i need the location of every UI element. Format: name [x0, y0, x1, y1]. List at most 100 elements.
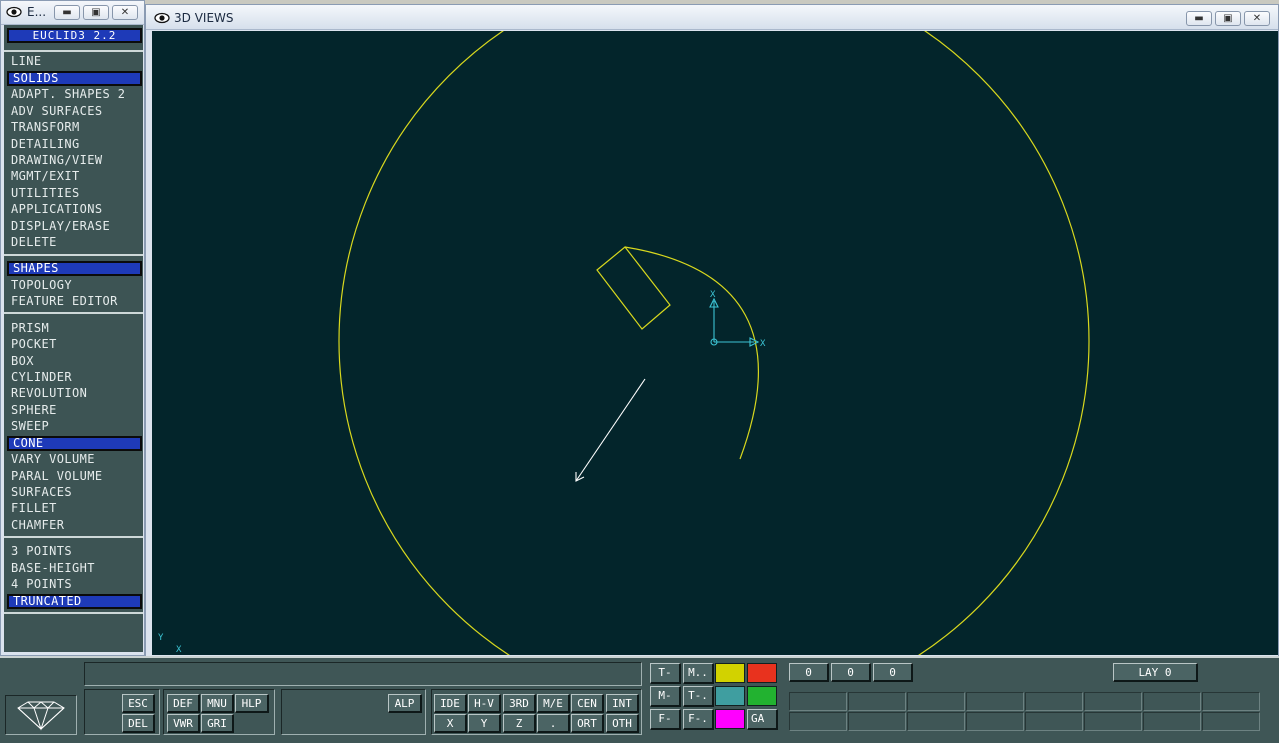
- color-swatch-yellow[interactable]: [715, 663, 745, 683]
- eye-icon: [154, 12, 170, 24]
- layer-button[interactable]: LAY 0: [1113, 663, 1198, 682]
- menu-item-mgmt-exit[interactable]: MGMT/EXIT: [11, 169, 141, 184]
- menu-item-topology[interactable]: TOPOLOGY: [11, 278, 141, 293]
- 3d-views-titlebar[interactable]: 3D VIEWS ▬ ▣ ✕: [146, 5, 1278, 30]
- restore-button[interactable]: ▣: [1215, 11, 1241, 26]
- dot-button[interactable]: .: [537, 714, 570, 733]
- color-swatch-magenta[interactable]: [715, 709, 745, 729]
- viewport-drawing: X X Y X: [158, 31, 1090, 655]
- f-dot-button[interactable]: F-.: [683, 709, 714, 730]
- menu-item-chamfer[interactable]: CHAMFER: [11, 518, 141, 533]
- direction-arrow: [575, 378, 646, 482]
- bottom-command-panel: ESC DEL DEF MNU HLP VWR GRI ALP IDE H-V …: [0, 656, 1279, 743]
- menu-panel: EUCLID3 2.2 LINE SOLIDS ADAPT. SHAPES 2 …: [4, 25, 143, 652]
- t-dot-button[interactable]: T-.: [683, 686, 714, 707]
- esc-button[interactable]: ESC: [122, 694, 155, 713]
- menu-item-sweep[interactable]: SWEEP: [11, 419, 141, 434]
- menu-item-feature-editor[interactable]: FEATURE EDITOR: [11, 294, 141, 309]
- close-button[interactable]: ✕: [112, 5, 138, 20]
- menu-item-drawing-view[interactable]: DRAWING/VIEW: [11, 153, 141, 168]
- menu-item-delete[interactable]: DELETE: [11, 235, 141, 250]
- menu-item-line[interactable]: LINE: [11, 54, 141, 69]
- status-cell: [1202, 692, 1260, 711]
- menu-item-transform[interactable]: TRANSFORM: [11, 120, 141, 135]
- oth-button[interactable]: OTH: [606, 714, 639, 733]
- cen-button[interactable]: CEN: [571, 694, 604, 713]
- alp-button[interactable]: ALP: [388, 694, 422, 713]
- menu-item-sphere[interactable]: SPHERE: [11, 403, 141, 418]
- coordinate-axis: [709, 297, 760, 347]
- menu-item-truncated[interactable]: TRUNCATED: [7, 594, 142, 609]
- minimize-button[interactable]: ▬: [54, 5, 80, 20]
- minimize-button[interactable]: ▬: [1186, 11, 1212, 26]
- menu-item-4-points[interactable]: 4 POINTS: [11, 577, 141, 592]
- 3d-viewport[interactable]: X X Y X: [152, 31, 1278, 655]
- menu-item-adapt-shapes-2[interactable]: ADAPT. SHAPES 2: [11, 87, 141, 102]
- menu-item-base-height[interactable]: BASE-HEIGHT: [11, 561, 141, 576]
- z-button[interactable]: Z: [503, 714, 536, 733]
- menu-item-cylinder[interactable]: CYLINDER: [11, 370, 141, 385]
- int-button[interactable]: INT: [606, 694, 639, 713]
- 3rd-button[interactable]: 3RD: [503, 694, 536, 713]
- menu-item-surfaces[interactable]: SURFACES: [11, 485, 141, 500]
- vwr-button[interactable]: VWR: [167, 714, 200, 733]
- menu-item-utilities[interactable]: UTILITIES: [11, 186, 141, 201]
- menu-item-fillet[interactable]: FILLET: [11, 501, 141, 516]
- status-cell: [848, 692, 906, 711]
- status-cell: [907, 692, 965, 711]
- menu-item-applications[interactable]: APPLICATIONS: [11, 202, 141, 217]
- eye-icon: [6, 6, 22, 18]
- menu-item-cone[interactable]: CONE: [7, 436, 142, 451]
- ga-button[interactable]: GA: [747, 709, 778, 730]
- close-button[interactable]: ✕: [1244, 11, 1270, 26]
- menu-separator: [4, 536, 143, 538]
- menu-item-adv-surfaces[interactable]: ADV SURFACES: [11, 104, 141, 119]
- menu-item-revolution[interactable]: REVOLUTION: [11, 386, 141, 401]
- x-button[interactable]: X: [434, 714, 467, 733]
- f-minus-button[interactable]: F-: [650, 709, 681, 730]
- restore-button[interactable]: ▣: [83, 5, 109, 20]
- menu-window-titlebar[interactable]: E... ▬ ▣ ✕: [1, 1, 144, 25]
- menu-item-3-points[interactable]: 3 POINTS: [11, 544, 141, 559]
- axis-label-x: X: [760, 339, 766, 349]
- menu-item-solids[interactable]: SOLIDS: [7, 71, 142, 86]
- t-minus-button[interactable]: T-: [650, 663, 681, 684]
- status-cell: [1084, 692, 1142, 711]
- status-cell: [1025, 692, 1083, 711]
- color-swatch-teal[interactable]: [715, 686, 745, 706]
- restore-icon: ▣: [1223, 13, 1233, 24]
- y-button[interactable]: Y: [468, 714, 501, 733]
- h-v-button[interactable]: H-V: [468, 694, 501, 713]
- m-dot-button[interactable]: M..: [683, 663, 714, 684]
- status-cell: [1025, 712, 1083, 731]
- menu-item-box[interactable]: BOX: [11, 354, 141, 369]
- m-minus-button[interactable]: M-: [650, 686, 681, 707]
- m-e-button[interactable]: M/E: [537, 694, 570, 713]
- restore-icon: ▣: [91, 7, 101, 18]
- ort-button[interactable]: ORT: [571, 714, 604, 733]
- mnu-button[interactable]: MNU: [201, 694, 234, 713]
- color-swatch-red[interactable]: [747, 663, 777, 683]
- menu-item-pocket[interactable]: POCKET: [11, 337, 141, 352]
- status-cell: [966, 712, 1024, 731]
- menu-item-paral-volume[interactable]: PARAL VOLUME: [11, 469, 141, 484]
- menu-item-display-erase[interactable]: DISPLAY/ERASE: [11, 219, 141, 234]
- gri-button[interactable]: GRI: [201, 714, 234, 733]
- menu-window-title: E...: [27, 5, 47, 19]
- ide-button[interactable]: IDE: [434, 694, 467, 713]
- close-icon: ✕: [1252, 13, 1262, 24]
- status-cell: [1143, 712, 1201, 731]
- def-button[interactable]: DEF: [167, 694, 200, 713]
- menu-window: E... ▬ ▣ ✕ EUCLID3 2.2 LINE SOLIDS ADAPT…: [0, 0, 145, 656]
- menu-separator: [4, 254, 143, 256]
- hlp-button[interactable]: HLP: [235, 694, 269, 713]
- del-button[interactable]: DEL: [122, 714, 155, 733]
- status-cell: [789, 692, 847, 711]
- menu-item-detailing[interactable]: DETAILING: [11, 137, 141, 152]
- menu-item-vary-volume[interactable]: VARY VOLUME: [11, 452, 141, 467]
- menu-item-shapes[interactable]: SHAPES: [7, 261, 142, 276]
- color-swatch-green[interactable]: [747, 686, 777, 706]
- message-field[interactable]: [84, 662, 642, 686]
- close-icon: ✕: [120, 7, 130, 18]
- menu-item-prism[interactable]: PRISM: [11, 321, 141, 336]
